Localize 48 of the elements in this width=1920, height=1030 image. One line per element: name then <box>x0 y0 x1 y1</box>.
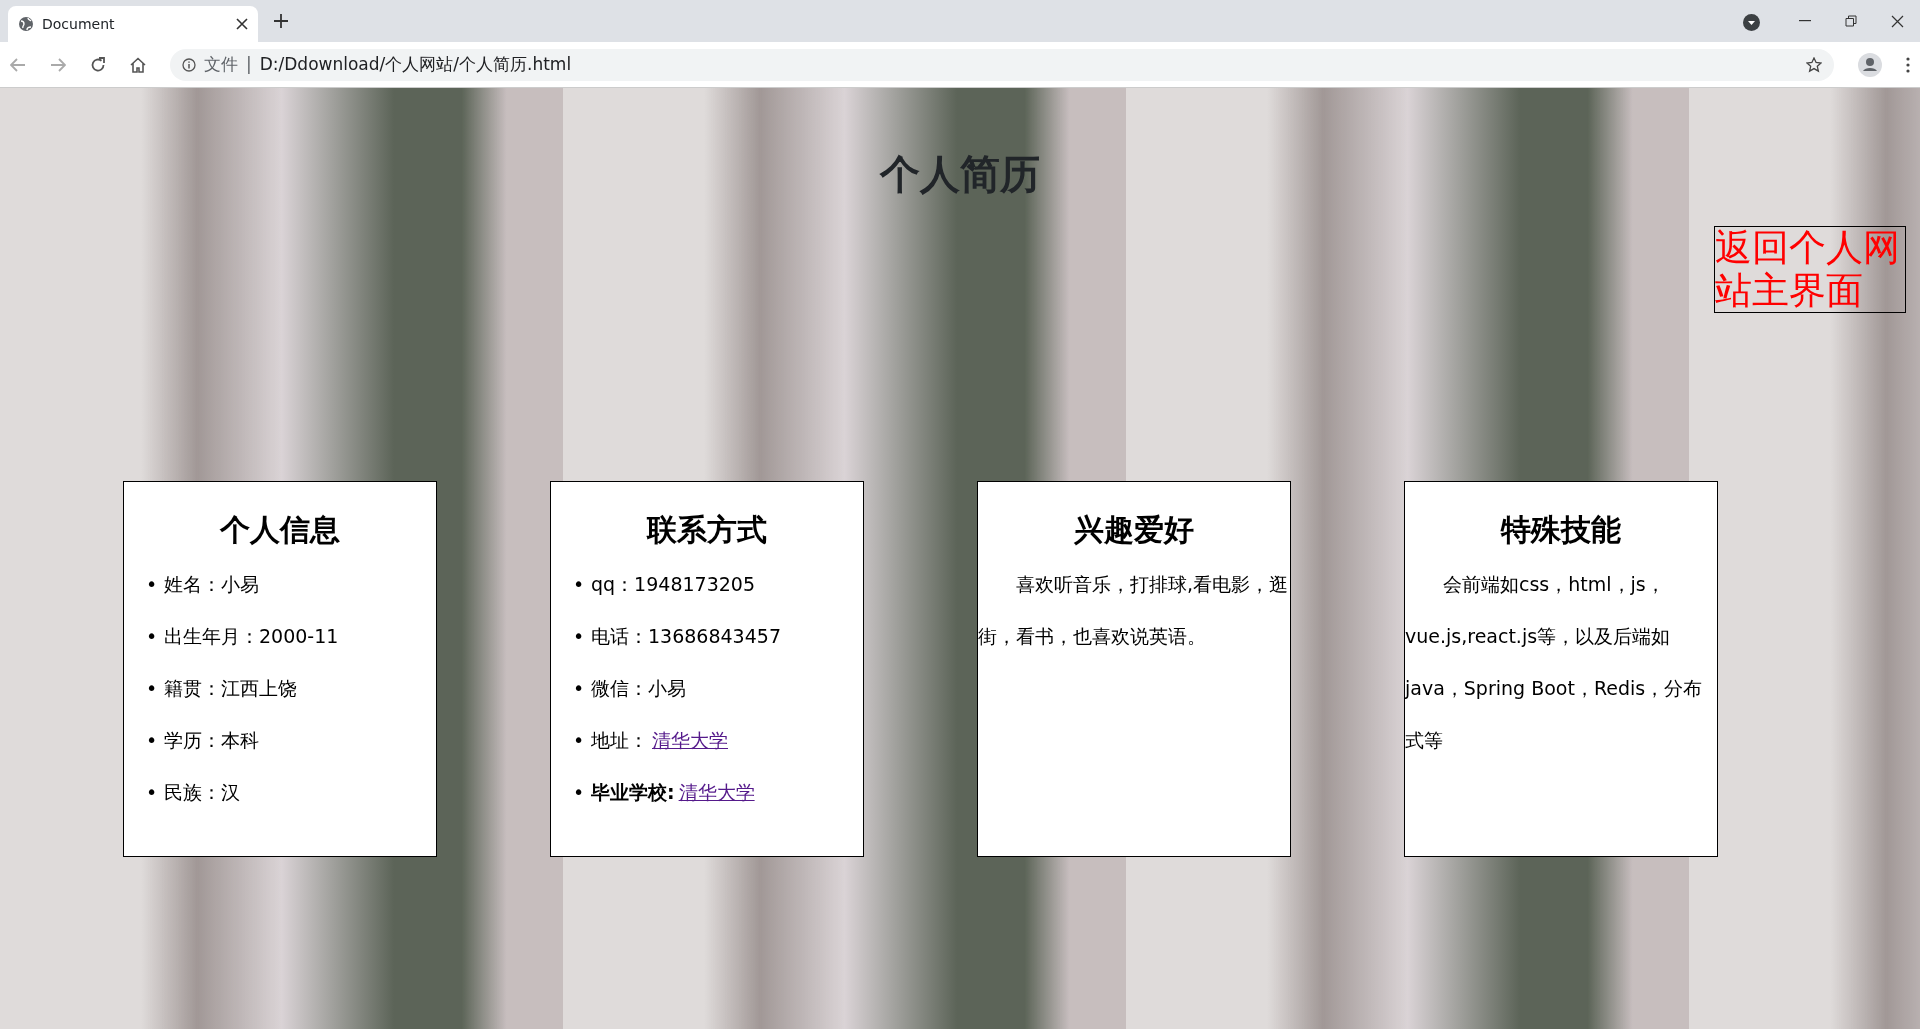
url-text: D:/Ddownload/个人网站/个人简历.html <box>259 52 573 76</box>
list-item: 微信：小易 <box>591 675 686 701</box>
bullet: • <box>573 779 586 805</box>
new-tab-icon[interactable] <box>274 14 288 28</box>
browser-tab[interactable]: Document <box>8 6 258 42</box>
dropdown-icon[interactable] <box>1743 14 1760 31</box>
home-icon[interactable] <box>130 56 146 73</box>
item-label: 地址： <box>591 727 648 753</box>
bullet: • <box>146 623 159 649</box>
globe-icon <box>18 16 34 32</box>
tab-title: Document <box>42 14 116 34</box>
address-link[interactable]: 清华大学 <box>678 777 755 807</box>
reload-icon[interactable] <box>90 56 106 73</box>
restore-icon[interactable] <box>1845 15 1857 27</box>
close-icon[interactable] <box>1890 14 1904 28</box>
address-bar[interactable]: 文件 | D:/Ddownload/个人网站/个人简历.html <box>170 48 1834 81</box>
card-title: 联系方式 <box>645 512 768 548</box>
card-paragraph: 喜欢听音乐，打排球,看电影，逛街，看书，也喜欢说英语。 <box>978 572 1290 649</box>
bullet: • <box>573 623 586 649</box>
bullet: • <box>146 571 159 597</box>
card-paragraph: 会前端如css，html，js，vue.js,react.js等，以及后端如java，Spring Boot，Redis，分布式等 <box>1405 572 1704 753</box>
page-title: 个人简历 <box>878 150 1041 198</box>
list-item: 学历：本科 <box>164 727 259 753</box>
close-icon[interactable] <box>236 18 248 30</box>
list-item: 民族：汉 <box>164 779 240 805</box>
list-item: 出生年月：2000-11 <box>164 623 339 649</box>
bullet: • <box>573 571 586 597</box>
minimize-icon[interactable] <box>1799 20 1811 22</box>
card-title: 特殊技能 <box>1499 512 1622 548</box>
profile-icon[interactable] <box>1858 52 1882 77</box>
menu-icon[interactable] <box>1906 56 1910 73</box>
item-label: 毕业学校: <box>591 779 675 805</box>
list-item: 籍贯：江西上饶 <box>164 675 297 701</box>
list-item: qq：1948173205 <box>591 571 755 597</box>
bullet: • <box>146 779 159 805</box>
address-link[interactable]: 清华大学 <box>652 725 728 755</box>
list-item: 姓名：小易 <box>164 571 259 597</box>
card-title: 兴趣爱好 <box>1073 512 1195 548</box>
bullet: • <box>573 727 586 753</box>
bullet: • <box>146 675 159 701</box>
star-icon[interactable] <box>1806 56 1822 73</box>
info-icon[interactable] <box>182 57 196 72</box>
separator: | <box>246 52 252 76</box>
bullet: • <box>573 675 586 701</box>
list-item: 电话：13686843457 <box>591 623 781 649</box>
card-title: 个人信息 <box>218 512 341 548</box>
bullet: • <box>146 727 159 753</box>
scheme-label: 文件 <box>204 52 238 76</box>
